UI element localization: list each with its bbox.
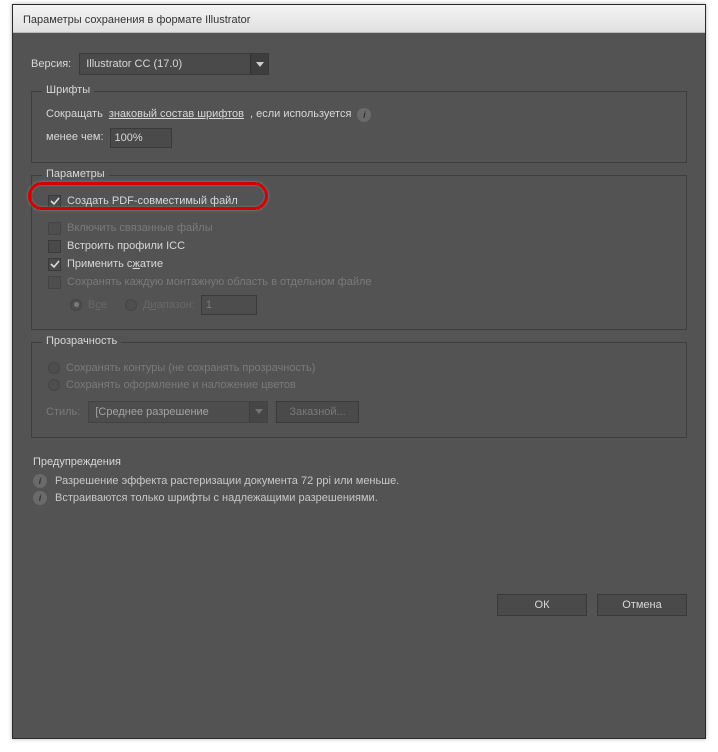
trans-opt1-row: Сохранять контуры (не сохранять прозрачн… [46,362,672,374]
version-value: Illustrator CC (17.0) [86,58,182,70]
pdf-checkbox[interactable] [48,195,61,208]
dialog-window: Параметры сохранения в формате Illustrat… [12,4,706,739]
version-label: Версия: [31,58,71,70]
ok-button[interactable]: ОК [497,594,587,616]
transparency-legend: Прозрачность [42,335,121,347]
trans-opt2-label: Сохранять оформление и наложение цветов [66,379,296,391]
pdf-checkbox-row[interactable]: Создать PDF-совместимый файл [46,195,672,208]
fonts-text-a: Сокращать [46,106,103,124]
fonts-lessrow: менее чем: [46,128,672,148]
compress-checkbox[interactable] [48,258,61,271]
trans-radio2 [48,379,60,391]
warning-1: i Разрешение эффекта растеризации докуме… [33,474,685,488]
params-legend: Параметры [42,168,109,180]
range-radio [125,299,137,311]
warnings-section: Предупреждения i Разрешение эффекта раст… [31,450,687,558]
version-row: Версия: Illustrator CC (17.0) [31,53,687,75]
artboard-range-row: Все Диапазон: [70,295,672,315]
trans-opt2-row: Сохранять оформление и наложение цветов [46,379,672,391]
warning-2: i Встраиваются только шрифты с надлежащи… [33,491,685,505]
compress-b: ж [133,258,140,270]
compress-checkbox-row[interactable]: Применить сжатие [46,258,672,271]
fonts-text: Сокращать знаковый состав шрифтов , если … [46,106,672,124]
compress-c: атие [140,258,163,270]
linked-checkbox [48,222,61,235]
artboards-checkbox [48,276,61,289]
fonts-text-c: , если используется [250,106,351,124]
all-label: Все [88,299,107,311]
version-dropdown[interactable]: Illustrator CC (17.0) [79,53,269,75]
info-icon: i [33,474,47,488]
icc-checkbox-row[interactable]: Встроить профили ICC [46,240,672,253]
all-radio [70,299,82,311]
warning-2-text: Встраиваются только шрифты с надлежащими… [55,492,378,504]
less-than-label: менее чем: [46,129,104,147]
trans-radio1 [48,362,60,374]
style-value: [Среднее разрешение [95,406,208,418]
linked-label: Включить связанные файлы [67,222,213,234]
range-input [201,295,257,315]
chevron-down-icon [249,402,267,422]
fonts-text-b: знаковый состав шрифтов [109,106,244,124]
range-c: апазон: [157,299,195,311]
compress-a: Применить с [67,258,133,270]
fonts-legend: Шрифты [42,84,94,96]
custom-button: Заказной... [276,401,358,423]
trans-opt1-label: Сохранять контуры (не сохранять прозрачн… [66,362,315,374]
cancel-button[interactable]: Отмена [597,594,687,616]
transparency-fieldset: Прозрачность Сохранять контуры (не сохра… [31,342,687,438]
pdf-label: Создать PDF-совместимый файл [67,195,238,207]
warnings-legend: Предупреждения [33,456,685,468]
icc-label: Встроить профили ICC [67,240,185,252]
style-label: Стиль: [46,406,80,418]
dialog-footer: ОК Отмена [13,580,705,630]
font-percent-input[interactable] [110,128,172,148]
all-c: е [101,299,107,311]
linked-checkbox-row: Включить связанные файлы [46,222,672,235]
info-icon: i [357,108,371,122]
chevron-down-icon [250,54,268,74]
dialog-content: Версия: Illustrator CC (17.0) Шрифты Сок… [13,33,705,580]
range-label: Диапазон: [143,299,195,311]
window-title: Параметры сохранения в формате Illustrat… [23,14,250,26]
params-fieldset: Параметры Создать PDF-совместимый файл В… [31,175,687,330]
compress-label: Применить сжатие [67,258,163,270]
less-than-text: менее чем: [46,131,104,143]
titlebar: Параметры сохранения в формате Illustrat… [13,5,705,33]
style-dropdown: [Среднее разрешение [88,401,268,423]
warning-1-text: Разрешение эффекта растеризации документ… [55,475,399,487]
artboards-checkbox-row: Сохранять каждую монтажную область в отд… [46,276,672,289]
style-row: Стиль: [Среднее разрешение Заказной... [46,401,672,423]
icc-checkbox[interactable] [48,240,61,253]
fonts-fieldset: Шрифты Сокращать знаковый состав шрифтов… [31,91,687,163]
artboards-label: Сохранять каждую монтажную область в отд… [67,276,372,288]
info-icon: i [33,491,47,505]
